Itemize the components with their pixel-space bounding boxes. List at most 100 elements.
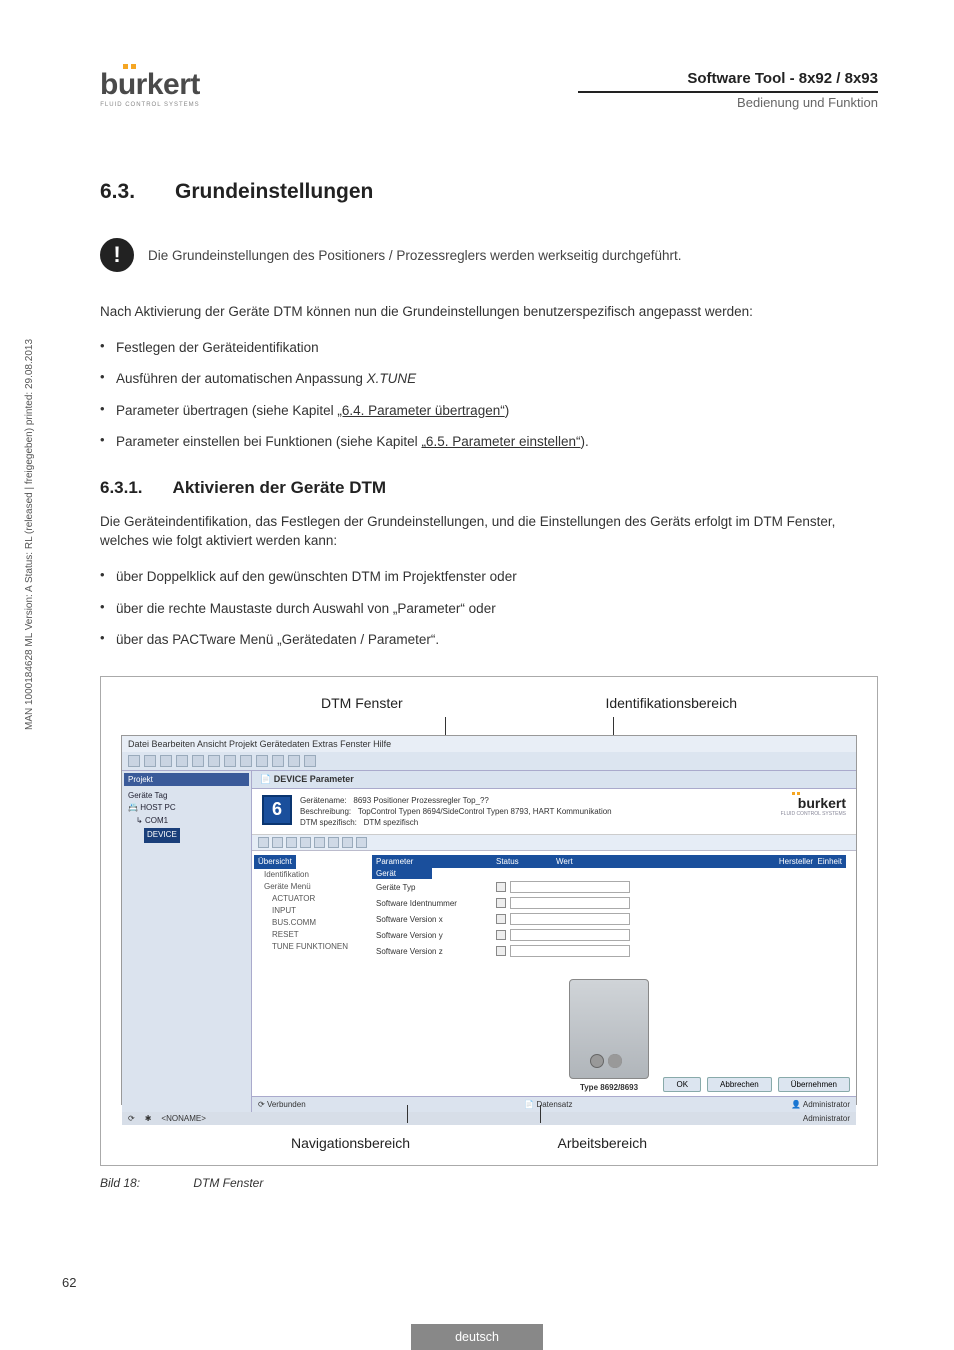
nav-item[interactable]: ACTUATOR: [254, 893, 360, 905]
app-menubar[interactable]: Datei Bearbeiten Ansicht Projekt Geräted…: [122, 736, 856, 752]
list-item: über das PACTware Menü „Gerätedaten / Pa…: [100, 624, 878, 656]
toolbar-icon[interactable]: [314, 837, 325, 848]
dtm-statusbar: ⟳ Verbunden 📄 Datensatz 👤 Administrator: [252, 1096, 856, 1112]
figure-frame: DTM Fenster Identifikationsbereich Datei…: [100, 676, 878, 1166]
fig-label-dtm: DTM Fenster: [321, 695, 403, 711]
toolbar-icon[interactable]: [300, 837, 311, 848]
lock-icon: [496, 914, 506, 924]
nav-item[interactable]: Identifikation: [254, 869, 360, 881]
nav-item[interactable]: Geräte Menü: [254, 881, 360, 893]
toolbar-icon[interactable]: [272, 755, 284, 767]
ok-button[interactable]: OK: [663, 1077, 701, 1092]
identification-text: Gerätename: 8693 Positioner Prozessregle…: [300, 795, 773, 829]
param-value-input[interactable]: [510, 913, 630, 925]
dtm-screenshot: Datei Bearbeiten Ansicht Projekt Geräted…: [121, 735, 857, 1105]
list-item: Festlegen der Geräteidentifikation: [100, 332, 878, 364]
list-item: über Doppelklick auf den gewünschten DTM…: [100, 561, 878, 593]
note-text: Die Grundeinstellungen des Positioners /…: [148, 248, 682, 263]
link-set-params[interactable]: „6.5. Parameter einstellen“: [421, 434, 580, 449]
dtm-toolbar[interactable]: [252, 835, 856, 851]
section-heading: 6.3. Grundeinstellungen: [100, 180, 878, 204]
exclamation-icon: !: [100, 238, 134, 272]
toolbar-icon[interactable]: [176, 755, 188, 767]
nav-item[interactable]: RESET: [254, 929, 360, 941]
nav-item[interactable]: TUNE FUNKTIONEN: [254, 941, 360, 953]
param-value-input[interactable]: [510, 945, 630, 957]
device-type-icon: 6: [262, 795, 292, 825]
work-area: ParameterStatusWert Hersteller Einheit G…: [362, 851, 856, 1096]
tree-item-selected[interactable]: DEVICE: [128, 828, 245, 843]
paragraph: Die Geräteindentifikation, das Festlegen…: [100, 512, 878, 551]
toolbar-icon[interactable]: [272, 837, 283, 848]
document-side-meta: MAN 1000184628 ML Version: A Status: RL …: [24, 339, 35, 730]
toolbar-icon[interactable]: [286, 837, 297, 848]
caption-text: DTM Fenster: [193, 1176, 263, 1190]
list-item: Parameter einstellen bei Funktionen (sie…: [100, 426, 878, 458]
nav-item[interactable]: BUS.COMM: [254, 917, 360, 929]
figure-bottom-labels: Navigationsbereich Arbeitsbereich: [121, 1135, 857, 1151]
list-item: Parameter übertragen (siehe Kapitel „6.4…: [100, 395, 878, 427]
table-row: Software Version y: [372, 927, 846, 943]
language-footer: deutsch: [0, 1324, 954, 1350]
toolbar-icon[interactable]: [224, 755, 236, 767]
fig-label-work: Arbeitsbereich: [558, 1135, 648, 1151]
subsection-number: 6.3.1.: [100, 478, 143, 498]
fig-label-nav: Navigationsbereich: [291, 1135, 410, 1151]
table-row: Geräte Typ: [372, 879, 846, 895]
intro-paragraph: Nach Aktivierung der Geräte DTM können n…: [100, 302, 878, 322]
figure-caption: Bild 18: DTM Fenster: [100, 1176, 878, 1190]
param-group: Gerät: [372, 868, 432, 879]
navigation-area[interactable]: Übersicht Identifikation Geräte Menü ACT…: [252, 851, 362, 1096]
toolbar-icon[interactable]: [356, 837, 367, 848]
toolbar-icon[interactable]: [240, 755, 252, 767]
caption-number: Bild 18:: [100, 1176, 190, 1190]
identification-area: 6 Gerätename: 8693 Positioner Prozessreg…: [252, 789, 856, 836]
apply-button[interactable]: Übernehmen: [778, 1077, 850, 1092]
toolbar-icon[interactable]: [208, 755, 220, 767]
nav-item[interactable]: INPUT: [254, 905, 360, 917]
list-item: über die rechte Maustaste durch Auswahl …: [100, 593, 878, 625]
toolbar-icon[interactable]: [342, 837, 353, 848]
header-right: Software Tool - 8x92 / 8x93 Bedienung un…: [578, 70, 878, 110]
dtm-tab[interactable]: 📄 DEVICE Parameter: [252, 771, 856, 789]
toolbar-icon[interactable]: [144, 755, 156, 767]
lock-icon: [496, 898, 506, 908]
fig-label-ident: Identifikationsbereich: [605, 695, 737, 711]
param-value-input[interactable]: [510, 881, 630, 893]
bullet-list-b: über Doppelklick auf den gewünschten DTM…: [100, 561, 878, 656]
bullet-list-a: Festlegen der Geräteidentifikation Ausfü…: [100, 332, 878, 458]
device-image: [569, 979, 649, 1079]
nav-item-overview[interactable]: Übersicht: [254, 855, 296, 869]
logo-text: burkert: [100, 70, 200, 100]
toolbar-icon[interactable]: [258, 837, 269, 848]
sidebar-header: Projekt: [124, 773, 249, 786]
figure-top-labels: DTM Fenster Identifikationsbereich: [121, 695, 857, 711]
page-number: 62: [62, 1275, 76, 1290]
toolbar-icon[interactable]: [192, 755, 204, 767]
logo-subtitle: FLUID CONTROL SYSTEMS: [100, 102, 199, 108]
table-row: Software Identnummer: [372, 895, 846, 911]
toolbar-icon[interactable]: [288, 755, 300, 767]
toolbar-icon[interactable]: [160, 755, 172, 767]
toolbar-icon[interactable]: [256, 755, 268, 767]
section-title: Grundeinstellungen: [175, 180, 373, 204]
param-value-input[interactable]: [510, 929, 630, 941]
app-toolbar[interactable]: [122, 752, 856, 771]
section-number: 6.3.: [100, 180, 135, 204]
link-transfer-params[interactable]: „6.4. Parameter übertragen“: [337, 403, 504, 418]
param-value-input[interactable]: [510, 897, 630, 909]
tree-item[interactable]: Geräte Tag: [128, 790, 245, 803]
doc-subtitle: Bedienung und Funktion: [578, 95, 878, 110]
tree-item[interactable]: ↳ COM1: [128, 815, 245, 828]
toolbar-icon[interactable]: [128, 755, 140, 767]
app-statusbar: ⟳✱<NONAME> Administrator: [122, 1112, 856, 1125]
subsection-title: Aktivieren der Geräte DTM: [173, 478, 387, 498]
ident-brand-logo: burkert FLUID CONTROL SYSTEMS: [781, 795, 846, 817]
toolbar-icon[interactable]: [304, 755, 316, 767]
cancel-button[interactable]: Abbrechen: [707, 1077, 772, 1092]
tree-item[interactable]: 📇 HOST PC: [128, 802, 245, 815]
lock-icon: [496, 882, 506, 892]
toolbar-icon[interactable]: [328, 837, 339, 848]
project-tree[interactable]: Geräte Tag 📇 HOST PC ↳ COM1 DEVICE: [124, 786, 249, 847]
table-row: Software Version x: [372, 911, 846, 927]
